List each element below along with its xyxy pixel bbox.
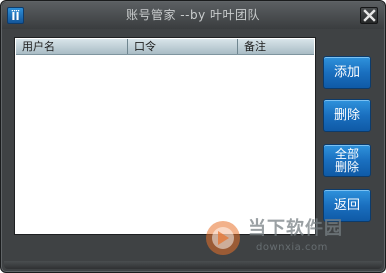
list-header: 用户名 口令 备注: [16, 39, 314, 55]
window-title: 账号管家 --by 叶叶团队: [125, 8, 260, 22]
close-button[interactable]: [360, 7, 378, 24]
account-list[interactable]: 用户名 口令 备注: [14, 37, 316, 235]
delete-all-label-line2: 删除: [334, 160, 359, 174]
app-window: ÏÏ 账号管家 --by 叶叶团队 用户名 口令 备注 添加 删除 全部 删除 …: [0, 0, 386, 273]
watermark-logo-icon: [206, 221, 240, 255]
column-header-notes[interactable]: 备注: [238, 39, 316, 54]
watermark-text: 当下软件园: [248, 218, 343, 239]
add-button[interactable]: 添加: [323, 56, 371, 89]
column-header-username[interactable]: 用户名: [16, 39, 128, 54]
delete-button[interactable]: 删除: [323, 99, 371, 132]
bottom-strip: [4, 261, 382, 269]
column-header-password[interactable]: 口令: [128, 39, 238, 54]
close-icon: [363, 9, 376, 22]
delete-all-button[interactable]: 全部 删除: [323, 144, 371, 177]
title-bar[interactable]: ÏÏ 账号管家 --by 叶叶团队: [2, 2, 384, 29]
watermark: 当下软件园 downxia.com: [204, 217, 374, 261]
watermark-url: downxia.com: [256, 242, 328, 253]
